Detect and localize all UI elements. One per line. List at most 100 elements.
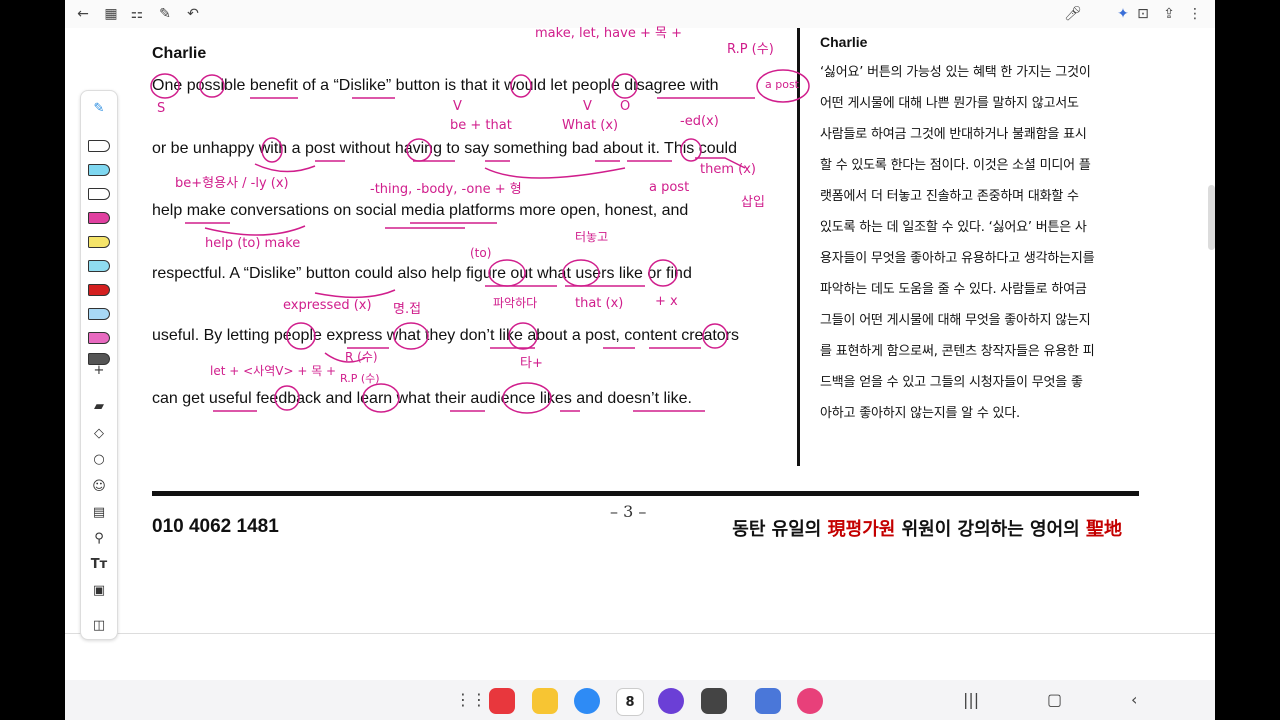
comment-icon[interactable]: ▤ xyxy=(86,503,112,523)
note-transitive: 타+ xyxy=(520,356,543,371)
pen-black-icon[interactable] xyxy=(88,140,110,152)
korean-line-12: 아하고 좋아하지 않는지를 알 수 있다. xyxy=(820,406,1020,421)
undo-icon[interactable]: ↶ xyxy=(183,4,203,24)
note-rp-1: R.P (수) xyxy=(727,42,774,57)
page-icon[interactable]: ◫ xyxy=(86,616,112,636)
korean-line-3: 사람들로 하여금 그것에 반대하거나 불쾌함을 표시 xyxy=(820,127,1087,142)
note-them-x: them (x) xyxy=(700,162,756,177)
arrow-mark xyxy=(254,163,316,173)
korean-line-6: 있도록 하는 데 일조할 수 있다. ‘싫어요’ 버튼은 사 xyxy=(820,220,1087,235)
note-s: S xyxy=(157,101,166,116)
english-author-name: Charlie xyxy=(152,45,207,62)
note-insertion: 삽입 xyxy=(741,195,765,210)
slogan-highlight-2: 聖地 xyxy=(1086,519,1122,540)
note-ed-x: -ed(x) xyxy=(680,114,719,129)
folder-app-icon[interactable] xyxy=(532,688,558,714)
slogan-part-a: 동탄 유일의 xyxy=(732,519,828,540)
pen-red-icon[interactable] xyxy=(88,284,110,296)
system-navbar: ⋮⋮⋮ 8 ||| ▢ ‹ xyxy=(65,680,1215,720)
note-help-make: help (to) make xyxy=(205,236,301,251)
note-v-1: V xyxy=(453,99,462,114)
korean-author-name: Charlie xyxy=(820,34,868,50)
korean-line-7: 용자들이 무엇을 좋아하고 유용하다고 생각하는지를 xyxy=(820,251,1095,266)
browser-app-icon[interactable] xyxy=(658,688,684,714)
apps-icon[interactable]: ⚏ xyxy=(127,4,147,24)
note-a-post-1: a post xyxy=(765,78,799,91)
mic-icon[interactable]: 🎤︎ xyxy=(1063,4,1083,24)
pen-cyan-icon[interactable] xyxy=(88,164,110,176)
slogan-part-b: 위원이 강의하는 영어의 xyxy=(895,519,1086,540)
english-line-2: or be unhappy with a post without having… xyxy=(152,140,737,157)
note-plus-x: + x xyxy=(655,294,678,309)
academy-slogan: 동탄 유일의 現평가원 위원이 강의하는 영어의 聖地 xyxy=(732,515,1122,541)
camera-app-icon[interactable] xyxy=(701,688,727,714)
grid-icon[interactable]: ▦ xyxy=(101,4,121,24)
korean-line-8: 파악하는 데도 도움을 줄 수 있다. 사람들로 하여금 xyxy=(820,282,1087,297)
share-icon[interactable]: ⇪ xyxy=(1159,4,1179,24)
link-icon[interactable]: ⚲ xyxy=(86,529,112,549)
arrow-mark xyxy=(314,289,396,299)
back-icon[interactable]: ‹ xyxy=(1131,690,1137,709)
next-page-area xyxy=(65,633,1215,681)
calendar-app-icon[interactable]: 8 xyxy=(616,688,644,716)
note-causative: make, let, have + 목 + xyxy=(535,26,682,41)
korean-line-9: 그들이 어떤 게시물에 대해 무엇을 좋아하지 않는지 xyxy=(820,313,1091,328)
note-let-causative: let + <사역V> + 목 + xyxy=(210,364,337,378)
more-icon[interactable]: ⋮ xyxy=(1185,4,1205,24)
note-a-post-2: a post xyxy=(649,180,690,195)
note-page[interactable]: Charlie One possible benefit of a “Disli… xyxy=(65,26,1215,633)
english-line-3: help make conversations on social media … xyxy=(152,202,689,219)
korean-line-2: 어떤 게시물에 대해 나쁜 뭔가를 말하지 않고서도 xyxy=(820,96,1079,111)
pen-toolbar: ✎ + ▰ ◇ ○ ☺ ▤ ⚲ Tт ▣ ◫ xyxy=(80,90,118,640)
korean-line-4: 할 수 있도록 한다는 점이다. 이것은 소셜 미디어 플 xyxy=(820,158,1091,173)
korean-line-1: ‘싫어요’ 버튼의 가능성 있는 혜택 한 가지는 그것이 xyxy=(820,65,1091,80)
note-r-su: R (수) xyxy=(345,350,378,364)
text-icon[interactable]: Tт xyxy=(86,555,112,575)
image-icon[interactable]: ▣ xyxy=(86,581,112,601)
note-be-that: be + that xyxy=(450,118,512,133)
messages-app-icon[interactable] xyxy=(574,688,600,714)
recent-apps-icon[interactable]: ||| xyxy=(963,690,979,709)
note-noun-clause: 명.접 xyxy=(393,302,422,317)
add-icon[interactable]: + xyxy=(86,361,112,381)
home-icon[interactable]: ▢ xyxy=(1047,690,1062,709)
phone-number: 010 4062 1481 xyxy=(152,516,279,537)
footer-rule xyxy=(152,491,1139,496)
arrow-mark xyxy=(484,167,626,179)
note-o: O xyxy=(620,99,631,114)
note-expressed-x: expressed (x) xyxy=(283,298,372,313)
highlighter-blue-icon[interactable] xyxy=(88,308,110,320)
notes-app-icon[interactable] xyxy=(489,688,515,714)
lasso-icon[interactable]: ○ xyxy=(86,450,112,470)
page-number: – 3 – xyxy=(610,502,647,521)
sticker-icon[interactable]: ☺ xyxy=(86,477,112,497)
pen-black2-icon[interactable] xyxy=(88,188,110,200)
note-v-2: V xyxy=(583,99,592,114)
eraser-icon[interactable]: ▰ xyxy=(86,397,112,417)
scroll-handle[interactable] xyxy=(1208,185,1215,250)
bookmark-icon[interactable]: ⊡ xyxy=(1133,4,1153,24)
sparkle-icon[interactable]: ✦ xyxy=(1113,4,1133,24)
highlighter-yellow-icon[interactable] xyxy=(88,236,110,248)
note-rp-2: R.P (수) xyxy=(340,372,380,385)
slogan-highlight-1: 現평가원 xyxy=(827,519,896,540)
note-adj: be+형용사 / -ly (x) xyxy=(175,176,289,191)
back-arrow-icon[interactable]: ← xyxy=(73,4,93,24)
highlighter-cyan-icon[interactable] xyxy=(88,260,110,272)
pen-icon[interactable]: ✎ xyxy=(86,99,112,119)
note-that-x: that (x) xyxy=(575,296,624,311)
note-thing: -thing, -body, -one + 형 xyxy=(370,182,522,197)
korean-line-10: 를 표현하게 함으로써, 콘텐츠 창작자들은 유용한 피 xyxy=(820,344,1095,359)
gallery-app-icon[interactable] xyxy=(797,688,823,714)
english-line-6: can get useful feedback and learn what t… xyxy=(152,390,692,407)
english-line-4: respectful. A “Dislike” button could als… xyxy=(152,265,692,282)
highlighter-magenta-icon[interactable] xyxy=(88,332,110,344)
note-figure-out: 파악하다 xyxy=(493,296,538,310)
app-window: ← ▦ ⚏ ✎ ↶ 🎤︎ ✦ ⊡ ⇪ ⋮ Charlie One possibl… xyxy=(65,0,1215,720)
english-line-5: useful. By letting people express what t… xyxy=(152,327,740,344)
edit-doc-icon[interactable]: ✎ xyxy=(155,4,175,24)
highlighter-pink-icon[interactable] xyxy=(88,212,110,224)
shapes-icon[interactable]: ◇ xyxy=(86,424,112,444)
email-app-icon[interactable] xyxy=(755,688,781,714)
korean-line-11: 드백을 얻을 수 있고 그들의 시청자들이 무엇을 좋 xyxy=(820,375,1083,390)
